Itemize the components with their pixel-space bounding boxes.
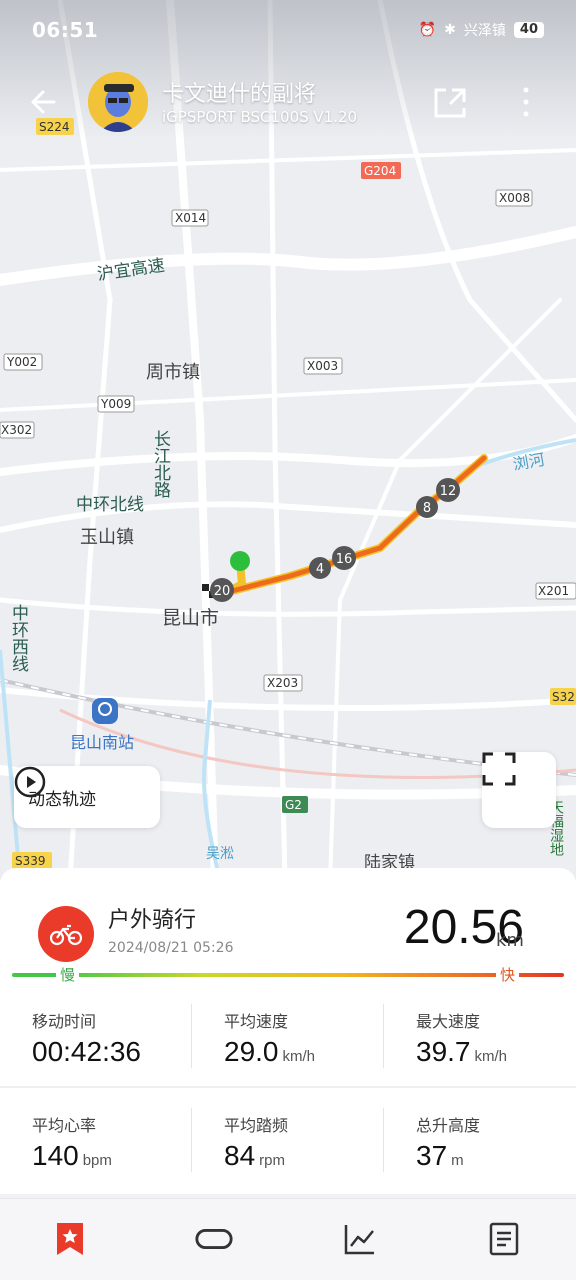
stat-unit: km/h bbox=[282, 1048, 316, 1065]
stat-unit: km/h bbox=[474, 1048, 508, 1065]
status-time: 06:51 bbox=[32, 18, 99, 42]
route-map[interactable]: S224 G204 X014 X008 沪宜高速 Y002 周市镇 X003 Y… bbox=[0, 0, 576, 880]
map-label-zhoushi: 周市镇 bbox=[146, 362, 200, 383]
stats-row: 移动时间 00:42:36 平均速度 29.0 km/h 最大速度 39.7 km/… bbox=[0, 986, 576, 1088]
fast-label: 快 bbox=[496, 964, 520, 985]
map-label-x302: X302 bbox=[1, 423, 32, 437]
stat-number: 84 bbox=[224, 1140, 256, 1171]
start-point-icon bbox=[230, 551, 250, 571]
share-button[interactable] bbox=[432, 84, 468, 120]
cycling-icon bbox=[38, 906, 94, 962]
map-label-yushan: 玉山镇 bbox=[80, 527, 134, 548]
tab-laps[interactable] bbox=[194, 1219, 234, 1259]
map-label-zhonghuan-xi: 中环西线 bbox=[8, 604, 29, 672]
km-marker-20-label: 20 bbox=[214, 584, 231, 599]
device-name: iGPSPORT BSC100S V1.20 bbox=[162, 108, 358, 126]
speed-legend: 慢 快 bbox=[0, 962, 576, 988]
km-marker-8-label: 8 bbox=[423, 501, 431, 516]
map-label-changjiang: 长江北路 bbox=[150, 430, 171, 498]
map-label-x003: X003 bbox=[307, 359, 338, 373]
activity-date: 2024/08/21 05:26 bbox=[108, 940, 234, 956]
stat-number: 00:42:36 bbox=[32, 1036, 141, 1067]
back-button[interactable] bbox=[24, 82, 64, 122]
avatar-image bbox=[88, 72, 148, 132]
map-label-kunshan: 昆山市 bbox=[162, 607, 219, 629]
divider bbox=[383, 1108, 384, 1172]
sport-type: 户外骑行 bbox=[108, 908, 197, 933]
alarm-icon: ⏰ bbox=[418, 22, 437, 38]
divider bbox=[383, 1004, 384, 1068]
stat-value: 84 rpm bbox=[224, 1140, 285, 1172]
distance-unit: km bbox=[496, 930, 524, 951]
tab-charts[interactable] bbox=[340, 1219, 380, 1259]
map-label-x203: X203 bbox=[267, 676, 298, 690]
km-marker-12-label: 12 bbox=[440, 484, 457, 499]
track-loop-icon bbox=[195, 1229, 233, 1249]
replay-track-button[interactable]: 动态轨迹 bbox=[14, 766, 160, 828]
stat-label: 平均踏频 bbox=[224, 1116, 289, 1135]
stat-label: 总升高度 bbox=[416, 1116, 481, 1135]
map-label-y009: Y009 bbox=[100, 397, 131, 411]
line-chart-icon bbox=[344, 1225, 374, 1255]
slow-label: 慢 bbox=[56, 964, 80, 985]
stat-number: 39.7 bbox=[416, 1036, 471, 1067]
stat-value: 140 bpm bbox=[32, 1140, 112, 1172]
stat-number: 140 bbox=[32, 1140, 79, 1171]
share-icon bbox=[434, 88, 466, 118]
km-marker-16-label: 16 bbox=[336, 552, 353, 567]
stat-unit: bpm bbox=[82, 1152, 112, 1169]
document-icon bbox=[489, 1222, 519, 1256]
stat-value: 37 m bbox=[416, 1140, 464, 1172]
map-label-zhonghuan-bei: 中环北线 bbox=[76, 495, 144, 515]
network-label: 兴泽镇 bbox=[463, 23, 506, 39]
map-label-x201: X201 bbox=[538, 584, 569, 598]
battery-level: 40 bbox=[513, 22, 544, 38]
stat-label: 平均心率 bbox=[32, 1116, 97, 1135]
stat-label: 最大速度 bbox=[416, 1012, 481, 1031]
header-bar: 卡文迪什的副将 iGPSPORT BSC100S V1.20 bbox=[0, 70, 576, 136]
divider bbox=[0, 1086, 576, 1088]
station-icon bbox=[92, 698, 118, 724]
stat-value: 00:42:36 bbox=[32, 1036, 141, 1068]
stat-unit: rpm bbox=[259, 1152, 285, 1169]
divider bbox=[191, 1004, 192, 1068]
fullscreen-icon bbox=[482, 752, 516, 786]
km-marker-4-label: 4 bbox=[316, 562, 324, 577]
map-label-g2: G2 bbox=[285, 798, 302, 812]
stat-value: 39.7 km/h bbox=[416, 1036, 507, 1068]
map-label-s32: S32 bbox=[552, 690, 575, 704]
stat-label: 移动时间 bbox=[32, 1012, 97, 1031]
map-label-x008: X008 bbox=[499, 191, 530, 205]
map-label-kunshan-south: 昆山南站 bbox=[70, 733, 134, 752]
bottom-tab-bar bbox=[0, 1198, 576, 1280]
stat-label: 平均速度 bbox=[224, 1012, 289, 1031]
speed-gradient-bar bbox=[12, 973, 564, 977]
stat-number: 37 bbox=[416, 1140, 448, 1171]
play-circle-icon bbox=[14, 766, 46, 798]
stat-unit: m bbox=[451, 1152, 464, 1169]
tab-details[interactable] bbox=[484, 1219, 524, 1259]
stat-value: 29.0 km/h bbox=[224, 1036, 315, 1068]
back-arrow-icon bbox=[31, 90, 56, 114]
status-indicators: ⏰ ✱ 兴泽镇 40 bbox=[419, 20, 544, 40]
map-label-s339: S339 bbox=[15, 854, 46, 868]
stat-number: 29.0 bbox=[224, 1036, 279, 1067]
map-label-x014: X014 bbox=[175, 211, 206, 225]
tab-overview[interactable] bbox=[50, 1219, 90, 1259]
user-name: 卡文迪什的副将 bbox=[162, 82, 317, 107]
more-button[interactable] bbox=[514, 84, 538, 120]
stats-panel: 移动时间 00:42:36 平均速度 29.0 km/h 最大速度 39.7 km/… bbox=[0, 986, 576, 1194]
map-label-wusong: 吴淞 bbox=[206, 846, 234, 862]
fullscreen-button[interactable] bbox=[482, 752, 556, 828]
more-vertical-icon bbox=[523, 87, 529, 117]
bookmark-star-icon bbox=[57, 1223, 83, 1255]
map-label-g204: G204 bbox=[364, 164, 396, 178]
bluetooth-icon: ✱ bbox=[444, 22, 456, 38]
divider bbox=[191, 1108, 192, 1172]
user-avatar[interactable] bbox=[88, 72, 148, 132]
stats-row: 平均心率 140 bpm 平均踏频 84 rpm 总升高度 37 m bbox=[0, 1090, 576, 1190]
map-label-y002: Y002 bbox=[6, 355, 37, 369]
status-bar: 06:51 ⏰ ✱ 兴泽镇 40 bbox=[32, 14, 544, 46]
